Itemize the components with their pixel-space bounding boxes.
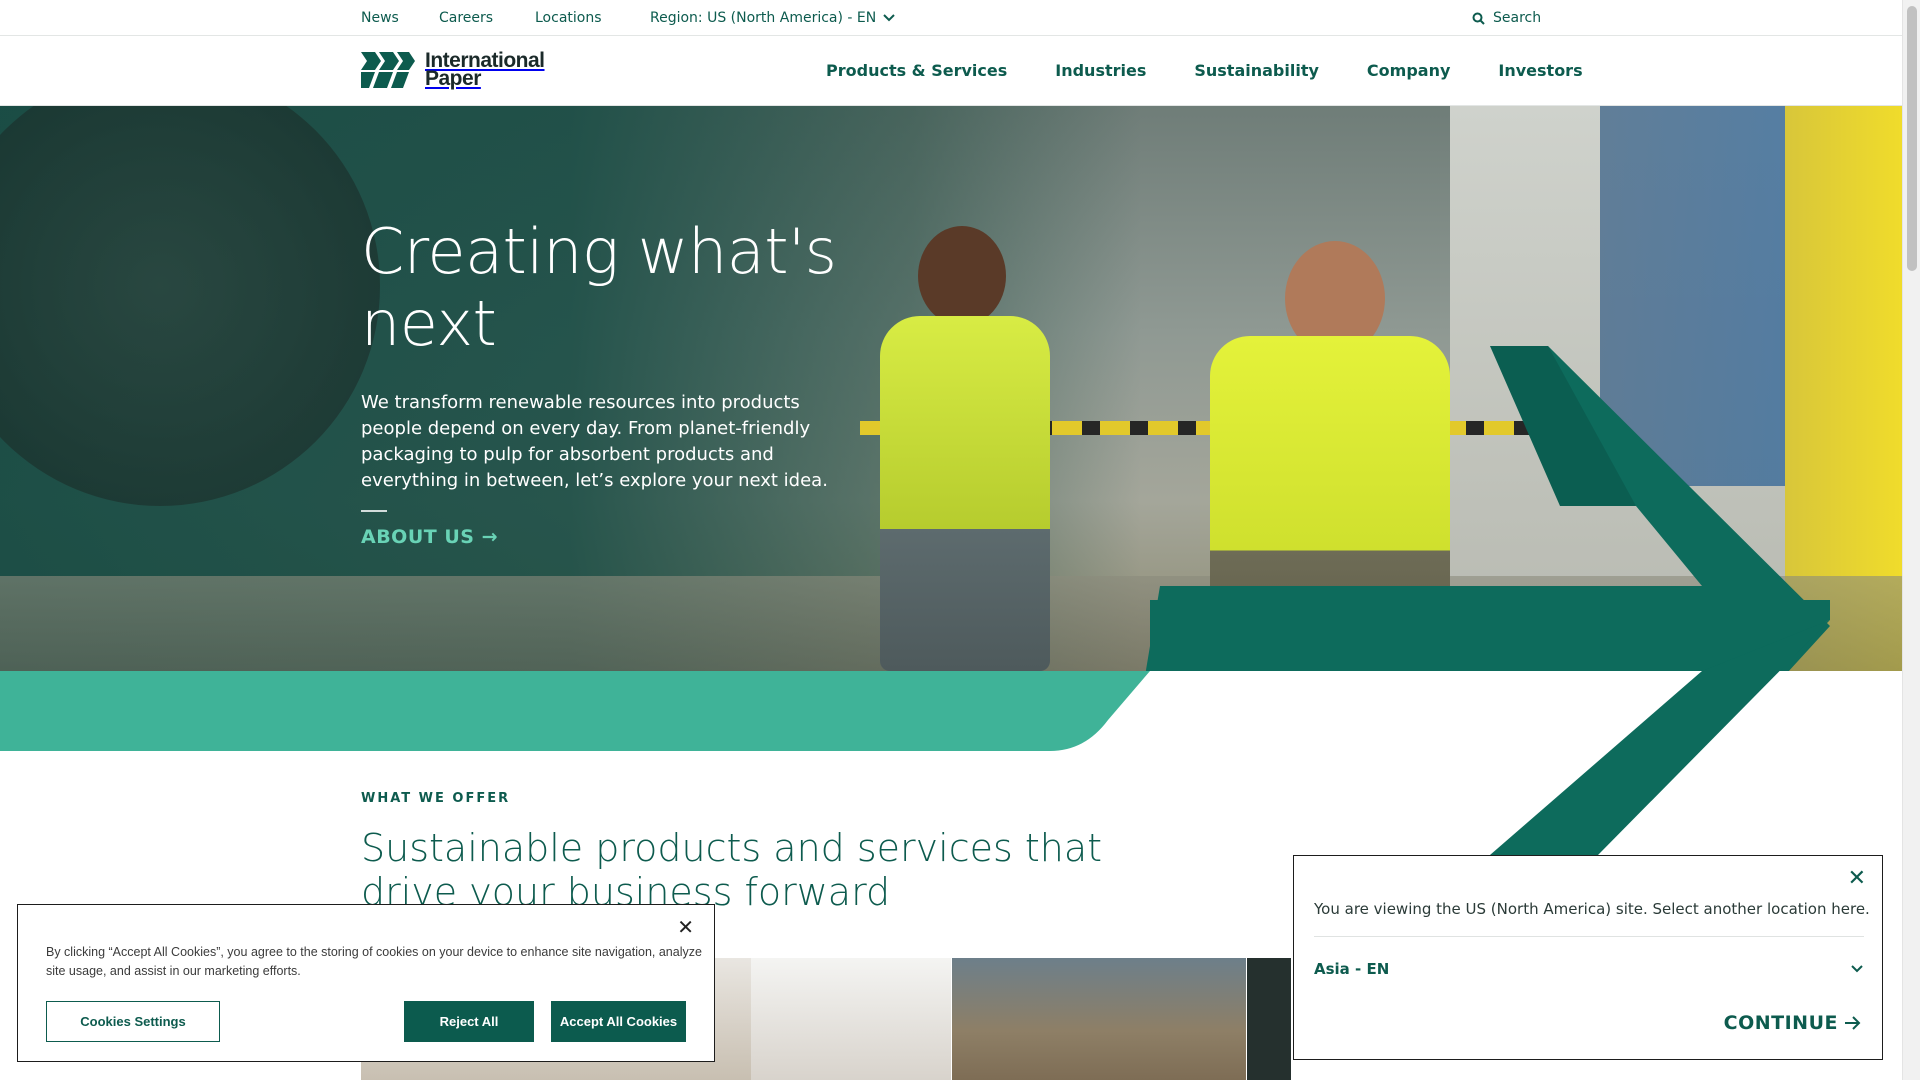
hero-arrow-graphic: [1145, 346, 1830, 671]
region-dropdown-value: Asia - EN: [1314, 960, 1390, 978]
main-navigation: International Paper Products & Services …: [0, 37, 1902, 106]
cookie-consent-text: By clicking “Accept All Cookies”, you ag…: [46, 945, 702, 978]
utility-bar: News Careers Locations Region: US (North…: [0, 0, 1902, 36]
accept-all-cookies-button[interactable]: Accept All Cookies: [551, 1001, 686, 1042]
region-selector[interactable]: Region: US (North America) - EN: [650, 10, 896, 26]
hero-section: Creating what's next We transform renewa…: [0, 106, 1902, 671]
logo-link[interactable]: International Paper: [361, 50, 545, 90]
section-title: Sustainable products and services that d…: [361, 826, 1103, 914]
offer-tile-image[interactable]: [952, 958, 1246, 1080]
section-eyebrow: WHAT WE OFFER: [361, 791, 511, 806]
logo-text: International Paper: [425, 50, 545, 90]
news-link[interactable]: News: [361, 10, 399, 26]
search-icon: [1472, 12, 1485, 25]
region-dropdown[interactable]: Asia - EN: [1314, 960, 1864, 978]
region-popup-message: You are viewing the US (North America) s…: [1314, 900, 1870, 918]
offer-tile-image[interactable]: [1247, 958, 1291, 1080]
logo-text-line2: Paper: [425, 67, 481, 90]
page-scrollbar[interactable]: [1902, 0, 1920, 1080]
international-paper-logo-icon: [361, 52, 415, 88]
hero-divider: [361, 510, 387, 512]
about-us-link[interactable]: ABOUT US →: [361, 526, 498, 548]
nav-sustainability[interactable]: Sustainability: [1194, 61, 1319, 80]
nav-products-services[interactable]: Products & Services: [826, 61, 1007, 80]
reject-all-button[interactable]: Reject All: [404, 1001, 534, 1042]
hero-description: We transform renewable resources into pr…: [361, 392, 828, 491]
chevron-down-icon: [883, 14, 895, 22]
continue-label: CONTINUE: [1723, 1012, 1838, 1034]
search-label: Search: [1493, 10, 1542, 26]
cookies-settings-button[interactable]: Cookies Settings: [46, 1001, 220, 1042]
chevron-down-icon: [1851, 965, 1863, 973]
hero-title: Creating what's next: [361, 215, 837, 360]
locations-link[interactable]: Locations: [535, 10, 602, 26]
region-popup: ✕ You are viewing the US (North America)…: [1293, 855, 1883, 1060]
arrow-right-icon: [1845, 1016, 1861, 1030]
continue-button[interactable]: CONTINUE: [1724, 1012, 1862, 1034]
close-icon[interactable]: ✕: [677, 915, 694, 939]
scrollbar-thumb[interactable]: [1907, 6, 1917, 271]
nav-investors[interactable]: Investors: [1498, 61, 1582, 80]
nav-industries[interactable]: Industries: [1055, 61, 1146, 80]
region-label: Region: US (North America) - EN: [650, 10, 877, 26]
offer-tile-image[interactable]: [751, 958, 951, 1080]
close-icon[interactable]: ✕: [1848, 866, 1866, 891]
search-button[interactable]: Search: [1472, 10, 1541, 26]
careers-link[interactable]: Careers: [439, 10, 493, 26]
primary-nav-links: Products & Services Industries Sustainab…: [826, 61, 1583, 80]
nav-company[interactable]: Company: [1367, 61, 1450, 80]
divider: [1314, 936, 1864, 937]
cookie-consent-banner: ✕ By clicking “Accept All Cookies”, you …: [17, 904, 715, 1062]
